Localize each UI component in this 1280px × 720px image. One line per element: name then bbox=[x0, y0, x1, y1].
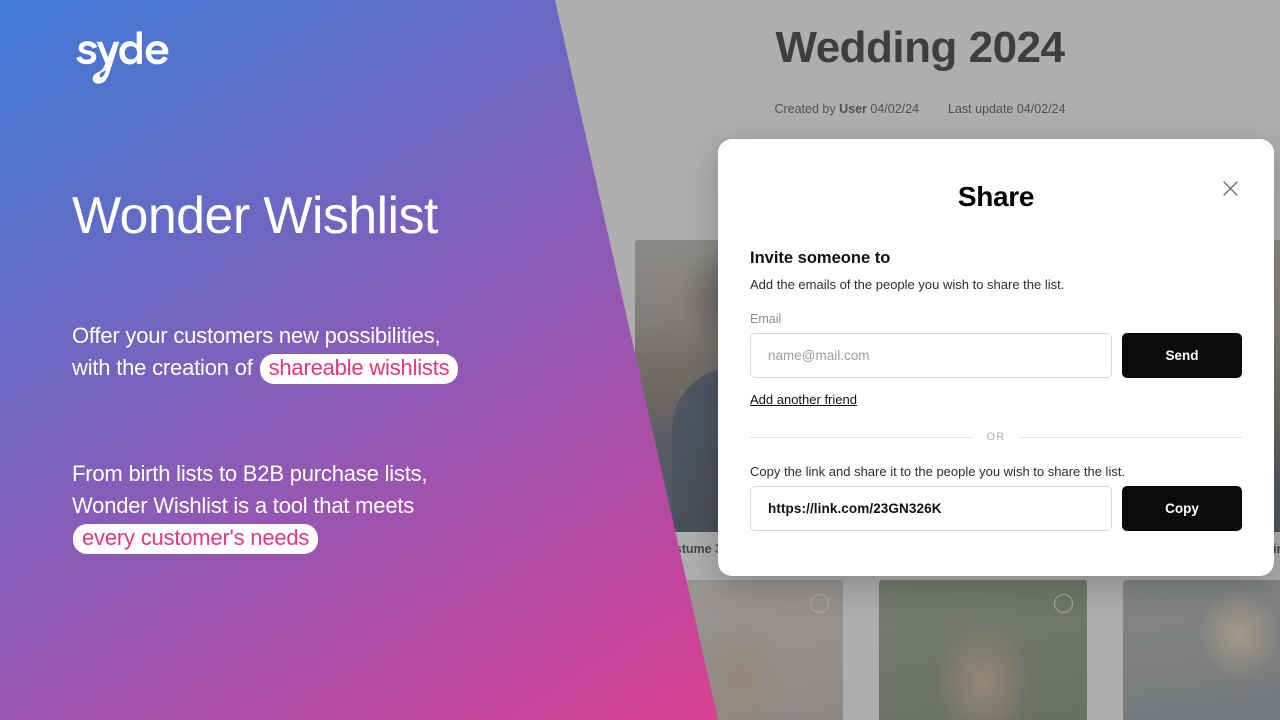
created-by-label: Created by bbox=[774, 102, 836, 117]
wishlist-header: Wedding 2024 Created by User 04/02/24 La… bbox=[560, 0, 1280, 116]
copy-link-row: Copy bbox=[750, 486, 1242, 531]
promo-p1-line1: Offer your customers new possibilities, bbox=[72, 323, 441, 348]
syde-logo bbox=[72, 28, 176, 84]
email-input[interactable] bbox=[750, 333, 1112, 378]
promo-p1-line2: with the creation of shareable wishlists bbox=[72, 352, 459, 384]
share-modal-title: Share bbox=[957, 181, 1035, 212]
invite-heading: Invite someone to bbox=[750, 249, 891, 267]
product-image bbox=[1123, 580, 1280, 720]
or-divider: OR bbox=[750, 431, 1242, 443]
share-link-input[interactable] bbox=[750, 486, 1112, 531]
close-icon[interactable] bbox=[1219, 177, 1241, 199]
last-update-label: Last update bbox=[948, 102, 1014, 117]
divider-line-left bbox=[750, 436, 973, 438]
invite-description: Add the emails of the people you wish to… bbox=[750, 277, 1065, 292]
promo-headline: Wonder Wishlist bbox=[72, 187, 438, 245]
promo-p1-line2-prefix: with the creation of bbox=[72, 355, 253, 380]
or-label: OR bbox=[986, 431, 1006, 443]
promo-p2-line3: every customer's needs bbox=[72, 522, 427, 554]
copy-link-description: Copy the link and share it to the people… bbox=[750, 464, 1126, 479]
favorite-circle-icon[interactable] bbox=[1054, 594, 1073, 613]
email-row: Send bbox=[750, 333, 1242, 378]
created-by-user: User bbox=[839, 102, 867, 117]
add-another-friend-link[interactable]: Add another friend bbox=[750, 392, 857, 407]
promo-highlight-shareable-wishlists: shareable wishlists bbox=[259, 354, 459, 384]
product-image bbox=[879, 580, 1087, 720]
promo-highlight-customer-needs: every customer's needs bbox=[73, 524, 319, 554]
email-label: Email bbox=[750, 312, 782, 326]
promo-paragraph-1: Offer your customers new possibilities, … bbox=[72, 320, 459, 384]
divider-line-right bbox=[1019, 436, 1242, 438]
promo-paragraph-2: From birth lists to B2B purchase lists, … bbox=[72, 458, 428, 554]
promo-p2-line1: From birth lists to B2B purchase lists, bbox=[72, 461, 428, 486]
wishlist-meta: Created by User 04/02/24 Last update 04/… bbox=[560, 102, 1280, 116]
wishlist-title: Wedding 2024 bbox=[775, 23, 1065, 72]
product-card[interactable]: Robe bleue pailletée 290 € bbox=[1123, 580, 1280, 720]
favorite-circle-icon[interactable] bbox=[810, 594, 829, 613]
created-date: 04/02/24 bbox=[870, 102, 920, 117]
copy-button[interactable]: Copy bbox=[1122, 486, 1242, 531]
send-button[interactable]: Send bbox=[1122, 333, 1242, 378]
product-card[interactable]: Costume vert sauge 395 € bbox=[879, 580, 1087, 720]
last-update-date: 04/02/24 bbox=[1016, 102, 1066, 117]
slide-canvas: Wedding 2024 Created by User 04/02/24 La… bbox=[0, 0, 1280, 720]
share-modal: Share Invite someone to Add the emails o… bbox=[718, 139, 1274, 576]
promo-p2-line2: Wonder Wishlist is a tool that meets bbox=[72, 493, 415, 518]
